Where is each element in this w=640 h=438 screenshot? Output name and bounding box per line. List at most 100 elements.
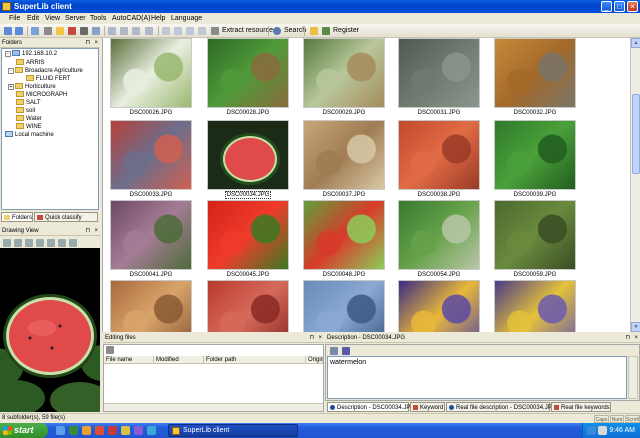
column-file-name[interactable]: File name (104, 356, 154, 364)
horizontal-scrollbar[interactable] (104, 403, 323, 411)
tree-item-broadacre[interactable]: - Broadacre Agriculture (8, 67, 83, 75)
thumbnail-label[interactable]: DSC00037.JPG (296, 191, 392, 199)
column-modified[interactable]: Modified (154, 356, 204, 364)
menu-edit[interactable]: Edit (27, 14, 39, 23)
collapse-icon[interactable]: - (5, 51, 11, 57)
rename-icon[interactable] (80, 27, 88, 35)
delete-icon[interactable] (68, 27, 76, 35)
maximize-button[interactable]: □ (614, 1, 625, 12)
copy-icon[interactable] (120, 27, 128, 35)
scroll-down-icon[interactable]: ▼ (631, 322, 640, 332)
app-shortcut-icon[interactable] (134, 426, 143, 435)
pin-icon[interactable]: ⊓ (625, 333, 630, 343)
thumbnail[interactable] (207, 38, 289, 108)
scroll-thumb[interactable] (632, 94, 640, 174)
thumbnail[interactable] (303, 280, 385, 332)
app-shortcut-icon[interactable] (147, 426, 156, 435)
menu-file[interactable]: File (9, 14, 20, 23)
pin-icon[interactable]: ⊓ (85, 38, 90, 48)
tab-real-file-description[interactable]: Real file description - DSC00034.JPG (446, 402, 556, 412)
forward-icon[interactable] (15, 27, 23, 35)
up-folder-icon[interactable] (31, 27, 39, 35)
thumbnail-label[interactable]: DSC00038.JPG (391, 191, 487, 199)
thumbnail-label[interactable]: DSC00041.JPG (103, 271, 199, 279)
tab-folders[interactable]: Folders (1, 212, 33, 222)
new-folder-icon[interactable] (56, 27, 64, 35)
drawing-preview[interactable] (0, 248, 100, 412)
checkin-icon[interactable] (106, 346, 114, 354)
quicklaunch-icon[interactable] (82, 426, 91, 435)
font-icon[interactable] (342, 347, 350, 355)
tab-quick-classify[interactable]: Quick classify (34, 212, 98, 222)
collapse-icon[interactable]: - (8, 68, 14, 74)
thumbnail[interactable] (207, 280, 289, 332)
thumbnail-label[interactable]: DSC00029.JPG (296, 109, 392, 117)
tree-item-wine[interactable]: WINE (16, 123, 42, 131)
tree-item-micrograph[interactable]: MICROGRAPH (16, 91, 67, 99)
expand-icon[interactable]: + (8, 84, 14, 90)
description-textarea[interactable]: watermelon (327, 356, 627, 399)
rotate-icon[interactable] (69, 239, 77, 247)
folder-shortcut-icon[interactable] (121, 426, 130, 435)
extract-resource-button[interactable]: Extract resource (222, 27, 273, 35)
scroll-up-icon[interactable]: ▲ (631, 38, 640, 48)
thumbnail-label[interactable]: DSC00059.JPG (487, 271, 583, 279)
close-icon[interactable]: × (94, 226, 98, 236)
column-origin[interactable]: Origin (306, 356, 323, 364)
tab-real-file-keywords[interactable]: Real file keywords (551, 402, 611, 412)
column-folder-path[interactable]: Folder path (204, 356, 306, 364)
start-button[interactable]: start (0, 423, 48, 438)
pin-icon[interactable]: ⊓ (309, 333, 314, 343)
thumbnail-label[interactable]: DSC00034.JPG (200, 191, 296, 199)
tree-item-water[interactable]: Water (16, 115, 42, 123)
thumbnail[interactable] (303, 38, 385, 108)
media-player-icon[interactable] (69, 426, 78, 435)
menu-tools[interactable]: Tools (90, 14, 106, 23)
volume-icon[interactable] (598, 426, 607, 435)
tab-keyword[interactable]: Keyword (410, 402, 445, 412)
print-icon[interactable] (186, 27, 194, 35)
thumbnail[interactable] (398, 120, 480, 190)
description-scrollbar[interactable] (628, 356, 638, 399)
pan-icon[interactable] (58, 239, 66, 247)
thumbnail[interactable] (494, 38, 576, 108)
thumbnail[interactable] (494, 120, 576, 190)
search-icon[interactable] (273, 27, 281, 35)
thumbnail[interactable] (303, 200, 385, 270)
thumbnail[interactable] (207, 120, 289, 190)
tab-description[interactable]: Description - DSC00034.JPG (327, 402, 415, 412)
cut-icon[interactable] (108, 27, 116, 35)
share-icon[interactable] (198, 27, 206, 35)
refresh-icon[interactable] (44, 27, 52, 35)
properties-icon[interactable] (92, 27, 100, 35)
zoom-in-icon[interactable] (3, 239, 11, 247)
menu-language[interactable]: Language (171, 14, 202, 23)
tree-item-salt[interactable]: SALT (16, 99, 41, 107)
pin-icon[interactable]: ⊓ (85, 226, 90, 236)
thumbnail[interactable] (110, 200, 192, 270)
thumbnail[interactable] (494, 280, 576, 332)
save-icon[interactable] (330, 347, 338, 355)
thumbnail[interactable] (303, 120, 385, 190)
export-icon[interactable] (174, 27, 182, 35)
import-icon[interactable] (162, 27, 170, 35)
tree-item-arris[interactable]: ARRIS (16, 59, 44, 67)
thumbnail-label[interactable]: DSC00048.JPG (296, 271, 392, 279)
extract-resource-icon[interactable] (211, 27, 219, 35)
thumbnail[interactable] (110, 38, 192, 108)
thumbnail[interactable] (398, 280, 480, 332)
register-button[interactable]: Register (333, 27, 359, 35)
thumbnail-label[interactable]: DSC00054.JPG (391, 271, 487, 279)
network-icon[interactable] (587, 426, 596, 435)
search-button[interactable]: Search (284, 27, 306, 35)
tree-item-soil[interactable]: soil (16, 107, 35, 115)
thumbnail-label[interactable]: DSC00031.JPG (391, 109, 487, 117)
tree-item-horticulture[interactable]: + Horticulture (8, 83, 56, 91)
taskbar-item-superlib[interactable]: SuperLib client (168, 424, 298, 437)
thumbnail[interactable] (110, 280, 192, 332)
close-button[interactable]: × (627, 1, 638, 12)
back-icon[interactable] (4, 27, 12, 35)
zoom-actual-icon[interactable] (36, 239, 44, 247)
thumbnail[interactable] (398, 38, 480, 108)
thumbnail[interactable] (398, 200, 480, 270)
